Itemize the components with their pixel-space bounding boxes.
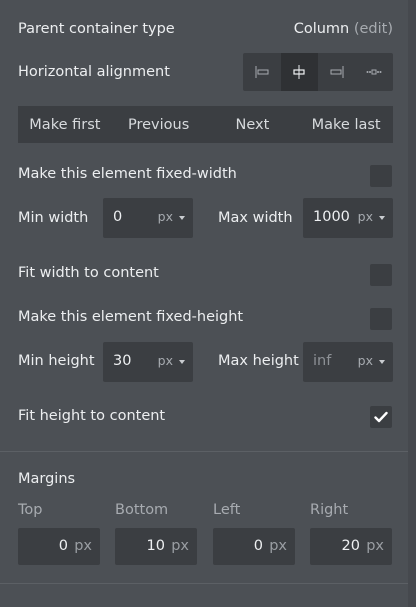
chevron-down-icon[interactable]: [179, 216, 185, 220]
min-width-field[interactable]: 0 px: [103, 198, 193, 238]
margin-right-field[interactable]: 20 px: [310, 528, 392, 565]
min-height-field[interactable]: 30 px: [103, 342, 193, 382]
align-center-icon: [293, 65, 305, 79]
chevron-down-icon[interactable]: [379, 360, 385, 364]
fixed-height-checkbox[interactable]: [370, 308, 392, 330]
margin-bottom-unit: px: [171, 538, 189, 554]
align-center-button[interactable]: [280, 53, 318, 91]
align-left-button[interactable]: [243, 53, 281, 91]
make-first-button[interactable]: Make first: [18, 106, 112, 143]
fit-width-label: Fit width to content: [18, 265, 159, 281]
parent-container-value: Column (edit): [294, 21, 393, 37]
element-order-buttons: Make first Previous Next Make last: [18, 106, 393, 143]
margin-bottom-field[interactable]: 10 px: [115, 528, 197, 565]
margin-top-unit: px: [74, 538, 92, 554]
chevron-down-icon[interactable]: [179, 360, 185, 364]
max-width-field[interactable]: 1000 px: [303, 198, 393, 238]
make-last-button[interactable]: Make last: [299, 106, 393, 143]
max-height-placeholder: inf: [313, 353, 332, 369]
align-distribute-icon: [366, 69, 382, 75]
margin-right-label: Right: [310, 502, 349, 518]
checkmark-icon: [374, 411, 388, 423]
margin-right-unit: px: [366, 538, 384, 554]
horizontal-alignment-control: [243, 53, 393, 91]
max-width-unit: px: [357, 209, 373, 224]
margin-left-field[interactable]: 0 px: [213, 528, 295, 565]
fit-height-label: Fit height to content: [18, 408, 166, 424]
max-height-field[interactable]: inf px: [303, 342, 393, 382]
align-right-button[interactable]: [318, 53, 356, 91]
align-distribute-button[interactable]: [356, 53, 394, 91]
min-height-label: Min height: [18, 353, 95, 369]
margin-left-label: Left: [213, 502, 241, 518]
fixed-width-label: Make this element fixed-width: [18, 166, 237, 182]
max-height-unit: px: [357, 353, 373, 368]
margins-title: Margins: [18, 471, 76, 487]
scrollbar[interactable]: [408, 0, 416, 607]
fit-height-checkbox[interactable]: [370, 406, 392, 428]
fixed-width-checkbox[interactable]: [370, 165, 392, 187]
min-width-value: 0: [113, 209, 123, 225]
min-width-unit: px: [157, 209, 173, 224]
fixed-height-label: Make this element fixed-height: [18, 309, 244, 325]
chevron-down-icon[interactable]: [379, 216, 385, 220]
min-height-value: 30: [113, 353, 132, 369]
parent-container-type: Column: [293, 21, 350, 37]
previous-button[interactable]: Previous: [112, 106, 206, 143]
max-width-value: 1000: [313, 209, 350, 225]
min-width-label: Min width: [18, 210, 89, 226]
section-divider: [0, 583, 408, 584]
max-width-label: Max width: [218, 210, 293, 226]
margin-bottom-value: 10: [146, 538, 165, 554]
margin-left-value: 0: [253, 538, 263, 554]
margin-top-field[interactable]: 0 px: [18, 528, 100, 565]
fit-width-checkbox[interactable]: [370, 264, 392, 286]
next-button[interactable]: Next: [206, 106, 300, 143]
edit-container-link[interactable]: (edit): [354, 21, 393, 37]
parent-container-label: Parent container type: [18, 21, 175, 37]
margin-left-unit: px: [269, 538, 287, 554]
margin-bottom-label: Bottom: [115, 502, 169, 518]
align-left-icon: [255, 66, 269, 78]
margin-top-value: 0: [58, 538, 68, 554]
margin-right-value: 20: [341, 538, 360, 554]
horizontal-alignment-label: Horizontal alignment: [18, 64, 170, 80]
section-divider: [0, 451, 408, 452]
align-right-icon: [330, 66, 344, 78]
min-height-unit: px: [157, 353, 173, 368]
max-height-label: Max height: [218, 353, 299, 369]
margin-top-label: Top: [18, 502, 43, 518]
